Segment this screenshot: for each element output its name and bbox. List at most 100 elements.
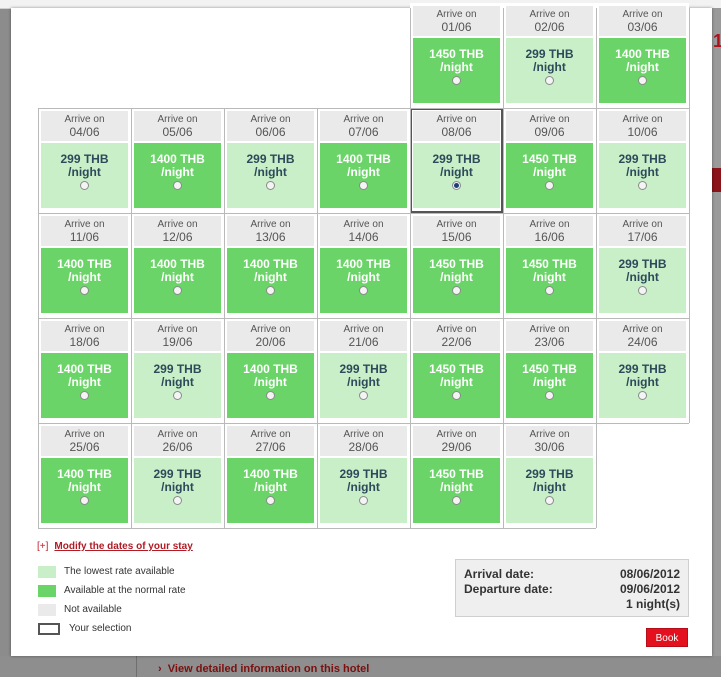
day-radio[interactable]: [545, 286, 554, 295]
legend-label: Your selection: [69, 623, 132, 634]
arrive-label: Arrive on: [529, 114, 570, 125]
calendar-day-04-06[interactable]: Arrive on 04/06 299 THB/night: [38, 108, 131, 213]
departure-row: Departure date: 09/06/2012: [464, 582, 680, 597]
day-radio[interactable]: [266, 391, 275, 400]
day-rate: 299 THB/night: [599, 353, 686, 418]
calendar-day-03-06[interactable]: Arrive on 03/06 1400 THB/night: [596, 3, 689, 108]
day-radio[interactable]: [173, 286, 182, 295]
price-amount: 1400: [336, 257, 363, 271]
calendar-day-12-06[interactable]: Arrive on 12/06 1400 THB/night: [131, 213, 224, 318]
day-radio[interactable]: [80, 496, 89, 505]
day-radio[interactable]: [266, 286, 275, 295]
day-date: 29/06: [441, 440, 472, 454]
day-header: Arrive on 17/06: [599, 216, 686, 246]
calendar-day-30-06[interactable]: Arrive on 30/06 299 THB/night: [503, 423, 596, 528]
calendar-day-19-06[interactable]: Arrive on 19/06 299 THB/night: [131, 318, 224, 423]
calendar-day-11-06[interactable]: Arrive on 11/06 1400 THB/night: [38, 213, 131, 318]
day-radio[interactable]: [266, 496, 275, 505]
expand-icon[interactable]: [+]: [37, 541, 48, 552]
day-radio[interactable]: [545, 391, 554, 400]
calendar-day-18-06[interactable]: Arrive on 18/06 1400 THB/night: [38, 318, 131, 423]
calendar-day-27-06[interactable]: Arrive on 27/06 1400 THB/night: [224, 423, 317, 528]
hotel-details-link-label: View detailed information on this hotel: [167, 663, 370, 675]
day-rate: 1450 THB/night: [413, 248, 500, 313]
background-glyph: 1: [713, 31, 721, 51]
calendar-day-28-06[interactable]: Arrive on 28/06 299 THB/night: [317, 423, 410, 528]
day-radio[interactable]: [638, 181, 647, 190]
calendar-day-16-06[interactable]: Arrive on 16/06 1450 THB/night: [503, 213, 596, 318]
day-radio[interactable]: [359, 391, 368, 400]
calendar-day-05-06[interactable]: Arrive on 05/06 1400 THB/night: [131, 108, 224, 213]
arrive-label: Arrive on: [622, 324, 663, 335]
day-radio[interactable]: [452, 286, 461, 295]
price-amount: 299: [60, 152, 81, 166]
day-radio[interactable]: [173, 181, 182, 190]
calendar-day-24-06[interactable]: Arrive on 24/06 299 THB/night: [596, 318, 689, 423]
day-radio[interactable]: [545, 181, 554, 190]
day-radio[interactable]: [638, 391, 647, 400]
grid-line: [224, 108, 225, 528]
calendar-day-23-06[interactable]: Arrive on 23/06 1450 THB/night: [503, 318, 596, 423]
day-date: 15/06: [441, 230, 472, 244]
day-radio[interactable]: [266, 181, 275, 190]
calendar-day-13-06[interactable]: Arrive on 13/06 1400 THB/night: [224, 213, 317, 318]
per-night-label: /night: [533, 480, 566, 494]
day-rate: 1400 THB/night: [41, 353, 128, 418]
day-radio[interactable]: [359, 181, 368, 190]
day-header: Arrive on 28/06: [320, 426, 407, 456]
day-radio[interactable]: [452, 76, 461, 85]
day-radio[interactable]: [545, 76, 554, 85]
calendar-day-10-06[interactable]: Arrive on 10/06 299 THB/night: [596, 108, 689, 213]
modify-dates-link[interactable]: Modify the dates of your stay: [54, 541, 192, 552]
day-header: Arrive on 26/06: [134, 426, 221, 456]
day-radio[interactable]: [638, 286, 647, 295]
price-amount: 1400: [150, 152, 177, 166]
book-button[interactable]: Book: [646, 628, 688, 647]
arrival-row: Arrival date: 08/06/2012: [464, 567, 680, 582]
price-amount: 299: [525, 467, 546, 481]
calendar-day-09-06[interactable]: Arrive on 09/06 1450 THB/night: [503, 108, 596, 213]
calendar-day-20-06[interactable]: Arrive on 20/06 1400 THB/night: [224, 318, 317, 423]
day-radio[interactable]: [638, 76, 647, 85]
calendar-day-15-06[interactable]: Arrive on 15/06 1450 THB/night: [410, 213, 503, 318]
price-currency: THB: [641, 257, 667, 271]
hotel-details-link[interactable]: › View detailed information on this hote…: [158, 663, 369, 675]
calendar-day-07-06[interactable]: Arrive on 07/06 1400 THB/night: [317, 108, 410, 213]
legend-item-normal: Available at the normal rate: [38, 585, 258, 599]
day-radio[interactable]: [173, 496, 182, 505]
day-radio[interactable]: [80, 286, 89, 295]
day-radio[interactable]: [452, 181, 461, 190]
day-radio[interactable]: [359, 286, 368, 295]
day-radio[interactable]: [359, 496, 368, 505]
price-amount: 299: [618, 362, 639, 376]
price-amount: 1400: [57, 467, 84, 481]
price-amount: 1400: [243, 362, 270, 376]
per-night-label: /night: [68, 375, 101, 389]
day-radio[interactable]: [80, 181, 89, 190]
calendar-day-29-06[interactable]: Arrive on 29/06 1450 THB/night: [410, 423, 503, 528]
calendar-day-01-06[interactable]: Arrive on 01/06 1450 THB/night: [410, 3, 503, 108]
calendar-day-02-06[interactable]: Arrive on 02/06 299 THB/night: [503, 3, 596, 108]
legend-label: Not available: [64, 604, 122, 615]
calendar-day-17-06[interactable]: Arrive on 17/06 299 THB/night: [596, 213, 689, 318]
day-radio[interactable]: [545, 496, 554, 505]
day-date: 08/06: [441, 125, 472, 139]
day-rate: 1400 THB/night: [41, 458, 128, 523]
arrive-label: Arrive on: [64, 114, 105, 125]
day-date: 25/06: [69, 440, 100, 454]
day-radio[interactable]: [80, 391, 89, 400]
calendar-day-25-06[interactable]: Arrive on 25/06 1400 THB/night: [38, 423, 131, 528]
day-radio[interactable]: [173, 391, 182, 400]
calendar-day-06-06[interactable]: Arrive on 06/06 299 THB/night: [224, 108, 317, 213]
calendar-day-21-06[interactable]: Arrive on 21/06 299 THB/night: [317, 318, 410, 423]
calendar-day-26-06[interactable]: Arrive on 26/06 299 THB/night: [131, 423, 224, 528]
nights-value: 1 night(s): [626, 597, 680, 611]
arrive-label: Arrive on: [529, 219, 570, 230]
day-radio[interactable]: [452, 391, 461, 400]
calendar-day-08-06[interactable]: Arrive on 08/06 299 THB/night: [410, 108, 503, 213]
calendar-day-22-06[interactable]: Arrive on 22/06 1450 THB/night: [410, 318, 503, 423]
calendar-day-14-06[interactable]: Arrive on 14/06 1400 THB/night: [317, 213, 410, 318]
price-currency: THB: [176, 362, 202, 376]
day-radio[interactable]: [452, 496, 461, 505]
day-rate: 1450 THB/night: [413, 458, 500, 523]
